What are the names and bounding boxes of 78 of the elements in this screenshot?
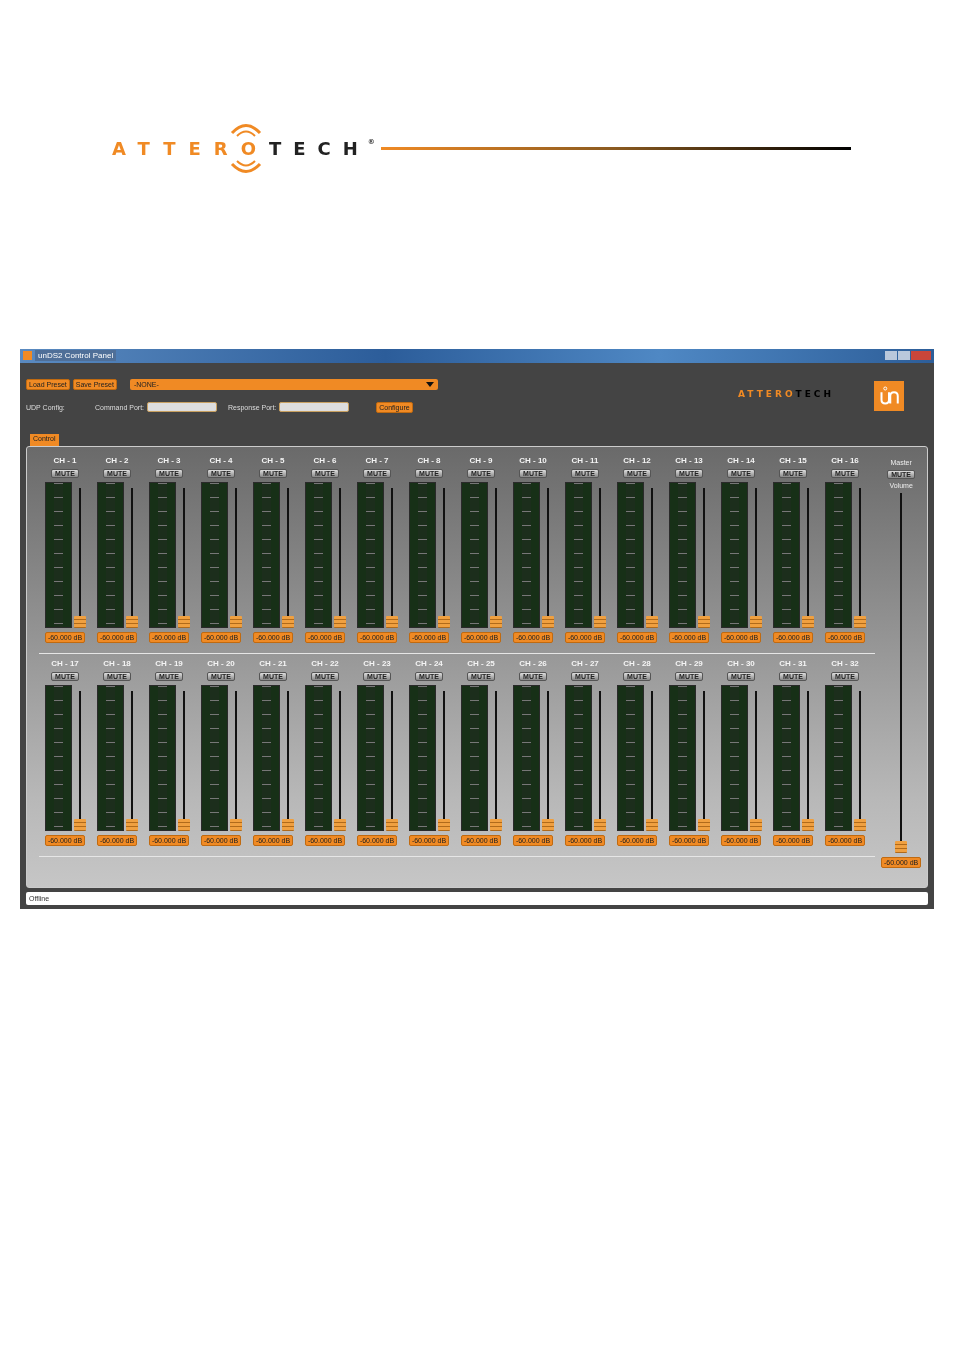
fader-thumb[interactable] — [541, 819, 554, 832]
top-arc-icon — [229, 121, 262, 137]
logo-wordmark: TECH — [795, 388, 834, 399]
fader-thumb[interactable] — [541, 616, 554, 629]
channel-name: CH - 24 — [415, 659, 443, 669]
fader-thumb[interactable] — [73, 616, 86, 629]
caret-icon — [425, 381, 434, 387]
channel-name: CH - 29 — [675, 659, 703, 669]
channel-name: CH - 16 — [831, 456, 859, 466]
fader-thumb[interactable] — [125, 616, 138, 629]
channel-name: CH - 31 — [779, 659, 807, 669]
app-icon — [23, 351, 32, 361]
fader-thumb[interactable] — [281, 819, 294, 832]
channel-name: CH - 15 — [779, 456, 807, 466]
fader-thumb[interactable] — [801, 819, 814, 832]
channel-name: CH - 25 — [467, 659, 495, 669]
minimize-button[interactable] — [885, 351, 897, 361]
fader-thumb[interactable] — [385, 819, 398, 832]
channel-name: CH - 23 — [363, 659, 391, 669]
logo-wordmark: ATTERO — [112, 138, 269, 159]
fader-thumb[interactable] — [749, 616, 762, 629]
fader-thumb[interactable] — [385, 616, 398, 629]
fader-thumb[interactable] — [645, 819, 658, 832]
channel-name: CH - 10 — [519, 456, 547, 466]
fader-thumb[interactable] — [853, 819, 866, 832]
channel-name: CH - 4 — [209, 456, 233, 466]
channel-name: CH - 5 — [261, 456, 285, 466]
fader-thumb[interactable] — [333, 616, 346, 629]
channel-name: CH - 30 — [727, 659, 755, 669]
channel-name: CH - 19 — [155, 659, 183, 669]
fader-thumb[interactable] — [229, 819, 242, 832]
response-port-field[interactable] — [279, 402, 350, 413]
window-title: unDS2 Control Panel — [35, 350, 117, 362]
fader-thumb[interactable] — [801, 616, 814, 629]
channel-name: CH - 22 — [311, 659, 339, 669]
fader-thumb[interactable] — [281, 616, 294, 629]
channel-name: CH - 3 — [157, 456, 181, 466]
brand-logo-icon — [874, 380, 904, 411]
command-port-field[interactable] — [147, 402, 218, 413]
fader-thumb[interactable] — [489, 616, 502, 629]
maximize-button[interactable] — [898, 351, 910, 361]
channel-name: CH - 8 — [417, 456, 441, 466]
fader-thumb[interactable] — [593, 616, 606, 629]
channel-name: CH - 20 — [207, 659, 235, 669]
fader-thumb[interactable] — [437, 616, 450, 629]
channel-name: CH - 27 — [571, 659, 599, 669]
channel-name: CH - 12 — [623, 456, 651, 466]
channel-name: CH - 32 — [831, 659, 859, 669]
bottom-arc-icon — [229, 160, 262, 176]
channel-name: CH - 28 — [623, 659, 651, 669]
logo-wordmark: ATTERO — [738, 388, 796, 399]
fader-thumb[interactable] — [73, 819, 86, 832]
fader-thumb[interactable] — [749, 819, 762, 832]
channel-name: CH - 6 — [313, 456, 337, 466]
channel-name: CH - 9 — [469, 456, 493, 466]
channel-name: CH - 1 — [53, 456, 77, 466]
channel-name: CH - 7 — [365, 456, 389, 466]
fader-thumb[interactable] — [489, 819, 502, 832]
fader-thumb[interactable] — [645, 616, 658, 629]
fader-thumb[interactable] — [697, 819, 710, 832]
channel-name: CH - 2 — [105, 456, 129, 466]
channel-name: CH - 11 — [571, 456, 599, 466]
fader-thumb[interactable] — [125, 819, 138, 832]
channel-name: CH - 26 — [519, 659, 547, 669]
fader-thumb[interactable] — [177, 616, 190, 629]
channel-name: CH - 17 — [51, 659, 79, 669]
fader-thumb[interactable] — [177, 819, 190, 832]
fader-thumb[interactable] — [697, 616, 710, 629]
fader-thumb[interactable] — [229, 616, 242, 629]
fader-thumb[interactable] — [853, 616, 866, 629]
fader-thumb[interactable] — [895, 841, 908, 854]
channel-name: CH - 14 — [727, 456, 755, 466]
fader-thumb[interactable] — [437, 819, 450, 832]
channel-name: CH - 18 — [103, 659, 131, 669]
fader-thumb[interactable] — [593, 819, 606, 832]
fader-thumb[interactable] — [333, 819, 346, 832]
channel-name: CH - 13 — [675, 456, 703, 466]
channel-name: CH - 21 — [259, 659, 287, 669]
